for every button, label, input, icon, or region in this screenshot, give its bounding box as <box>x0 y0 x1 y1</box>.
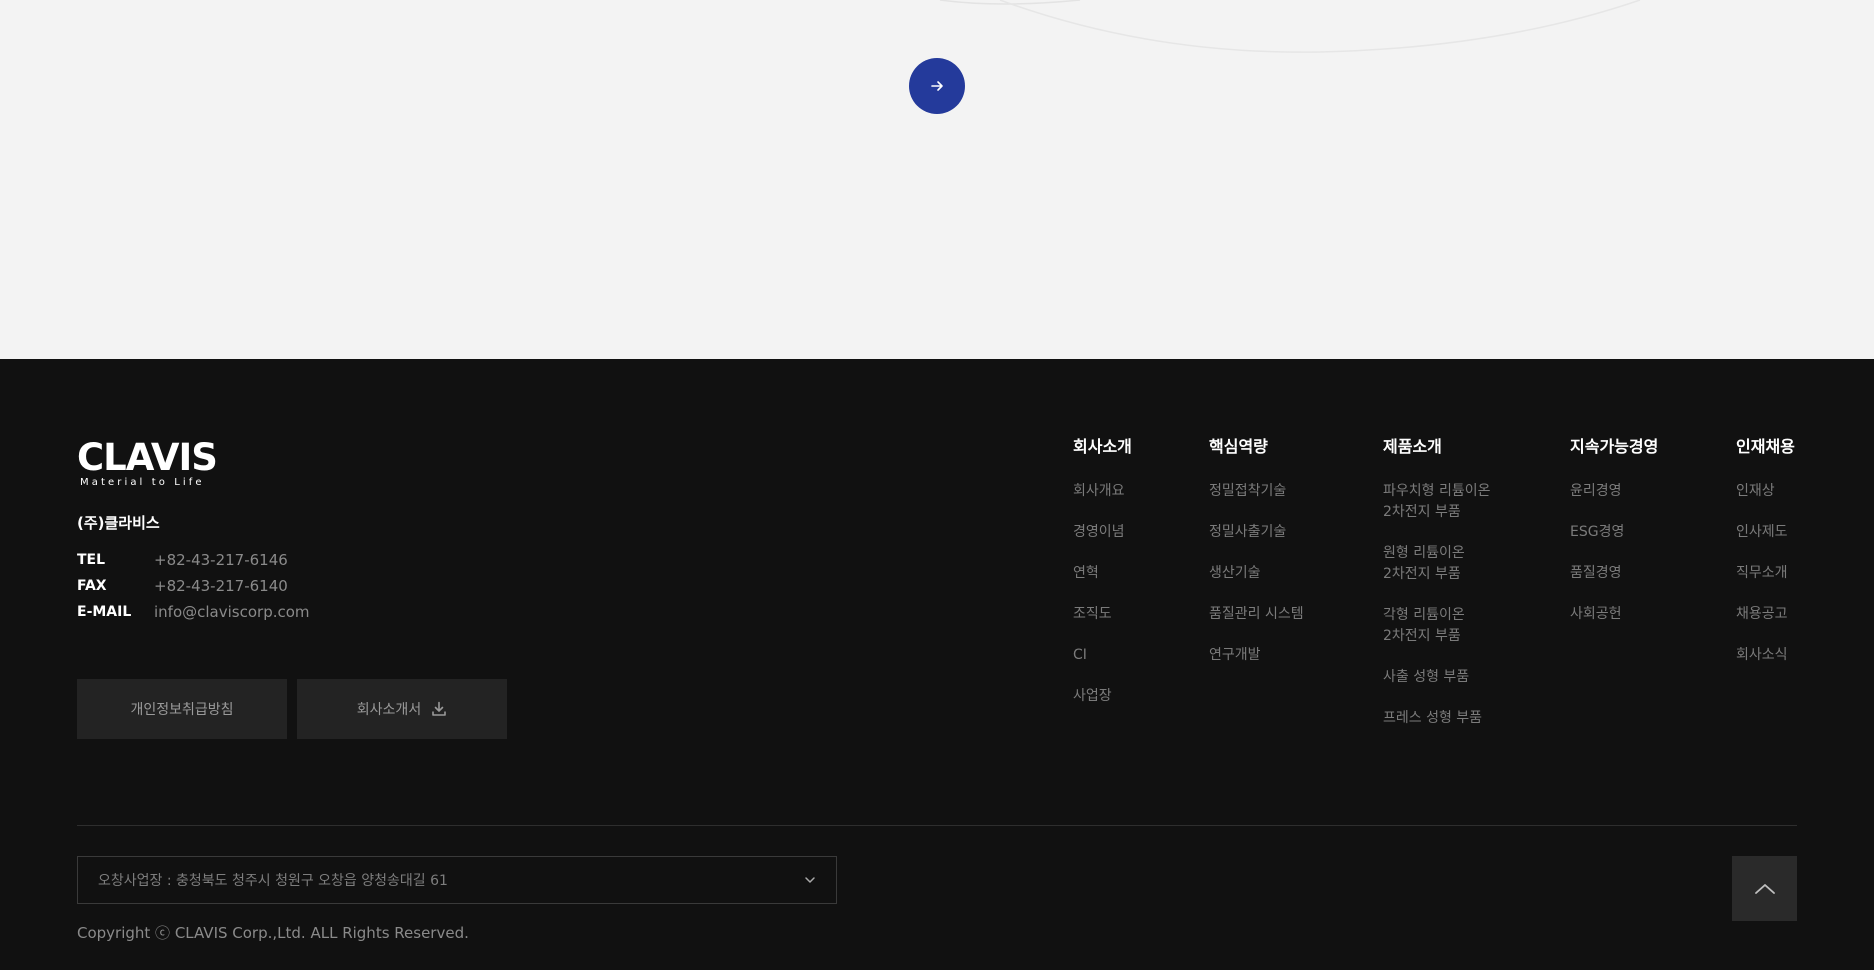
company-name: (주)클라비스 <box>77 514 160 532</box>
nav-link[interactable]: 정밀접착기술 <box>1209 481 1304 502</box>
scroll-to-top-button[interactable] <box>1732 856 1797 921</box>
download-icon <box>432 701 447 716</box>
nav-link[interactable]: 사업장 <box>1073 686 1132 707</box>
nav-link[interactable]: CI <box>1073 645 1132 666</box>
nav-link-line: 2차전지 부품 <box>1383 566 1461 582</box>
logo-tagline: Material to Life <box>80 477 205 488</box>
nav-column-capability: 핵심역량정밀접착기술정밀사출기술생산기술품질관리 시스템연구개발 <box>1209 437 1304 686</box>
nav-link[interactable]: 연구개발 <box>1209 645 1304 666</box>
next-button[interactable] <box>909 58 965 114</box>
contact-value: +82-43-217-6146 <box>154 551 288 569</box>
contact-row-fax: FAX +82-43-217-6140 <box>77 573 310 599</box>
nav-link[interactable]: 프레스 성형 부품 <box>1383 708 1491 729</box>
clavis-logo[interactable]: CLAVIS Material to Life <box>77 436 218 489</box>
nav-link[interactable]: 연혁 <box>1073 563 1132 584</box>
logo-wordmark: CLAVIS <box>77 436 218 479</box>
contact-value[interactable]: info@claviscorp.com <box>154 603 310 621</box>
footer-button-row: 개인정보취급방침 회사소개서 <box>77 679 507 739</box>
contact-info: TEL +82-43-217-6146 FAX +82-43-217-6140 … <box>77 547 310 625</box>
nav-column-title[interactable]: 핵심역량 <box>1209 437 1304 457</box>
nav-list: 인재상인사제도직무소개채용공고회사소식 <box>1736 481 1795 666</box>
contact-label: FAX <box>77 578 107 594</box>
footer: CLAVIS Material to Life (주)클라비스 TEL +82-… <box>0 359 1874 970</box>
nav-link[interactable]: 경영이념 <box>1073 522 1132 543</box>
nav-list: 정밀접착기술정밀사출기술생산기술품질관리 시스템연구개발 <box>1209 481 1304 666</box>
nav-column-recruit: 인재채용인재상인사제도직무소개채용공고회사소식 <box>1736 437 1795 686</box>
nav-link-line: 원형 리튬이온 <box>1383 545 1465 561</box>
chevron-up-icon <box>1754 883 1775 894</box>
nav-list: 회사개요경영이념연혁조직도 CI 사업장 <box>1073 481 1132 707</box>
site-address-select[interactable]: 오창사업장 : 충청북도 청주시 청원구 오창읍 양청송대길 61 <box>77 856 837 904</box>
nav-link[interactable]: 인재상 <box>1736 481 1795 502</box>
nav-link[interactable]: 직무소개 <box>1736 563 1795 584</box>
nav-link[interactable]: 조직도 <box>1073 604 1132 625</box>
nav-link[interactable]: 원형 리튬이온 2차전지 부품 <box>1383 543 1491 585</box>
nav-link[interactable]: 품질관리 시스템 <box>1209 604 1304 625</box>
top-section <box>0 0 1874 359</box>
nav-column-title[interactable]: 회사소개 <box>1073 437 1132 457</box>
contact-row-tel: TEL +82-43-217-6146 <box>77 547 310 573</box>
contact-label: E-MAIL <box>77 604 132 620</box>
nav-link[interactable]: 회사개요 <box>1073 481 1132 502</box>
nav-column-company: 회사소개회사개요경영이념연혁조직도 CI 사업장 <box>1073 437 1132 727</box>
contact-value: +82-43-217-6140 <box>154 577 288 595</box>
privacy-policy-button[interactable]: 개인정보취급방침 <box>77 679 287 739</box>
nav-list: 파우치형 리튬이온 2차전지 부품 원형 리튬이온 2차전지 부품 각형 리튬이온 2차전… <box>1383 481 1491 729</box>
copyright-text: Copyright ⓒ CLAVIS Corp.,Ltd. ALL Rights… <box>77 924 469 942</box>
decorative-curves <box>939 0 1641 53</box>
nav-link[interactable]: 채용공고 <box>1736 604 1795 625</box>
nav-link[interactable]: 인사제도 <box>1736 522 1795 543</box>
privacy-policy-label: 개인정보취급방침 <box>130 702 234 718</box>
nav-link[interactable]: 생산기술 <box>1209 563 1304 584</box>
contact-label: TEL <box>77 552 106 568</box>
nav-link[interactable]: 사출 성형 부품 <box>1383 667 1491 688</box>
nav-link[interactable]: 품질경영 <box>1570 563 1658 584</box>
nav-column-products: 제품소개 파우치형 리튬이온 2차전지 부품 원형 리튬이온 2차전지 부품 각형 리튬이… <box>1383 437 1491 749</box>
nav-link[interactable]: 각형 리튬이온 2차전지 부품 <box>1383 605 1491 647</box>
contact-row-email: E-MAIL info@claviscorp.com <box>77 599 310 625</box>
arrow-right-icon <box>931 81 943 91</box>
nav-link-line: 2차전지 부품 <box>1383 628 1461 644</box>
nav-link[interactable]: 파우치형 리튬이온 2차전지 부품 <box>1383 481 1491 523</box>
nav-link[interactable]: 정밀사출기술 <box>1209 522 1304 543</box>
nav-link[interactable]: 회사소식 <box>1736 645 1795 666</box>
chevron-down-icon <box>805 877 815 883</box>
nav-column-title[interactable]: 제품소개 <box>1383 437 1491 457</box>
nav-link[interactable]: 윤리경영 <box>1570 481 1658 502</box>
nav-column-sustainability: 지속가능경영윤리경영 ESG경영품질경영사회공헌 <box>1570 437 1658 645</box>
nav-link-line: 각형 리튬이온 <box>1383 607 1465 623</box>
nav-link[interactable]: 사회공헌 <box>1570 604 1658 625</box>
brochure-download-label: 회사소개서 <box>356 702 422 718</box>
nav-column-title[interactable]: 지속가능경영 <box>1570 437 1658 457</box>
nav-link[interactable]: ESG경영 <box>1570 522 1658 543</box>
brochure-download-button[interactable]: 회사소개서 <box>297 679 507 739</box>
nav-link-line: 파우치형 리튬이온 <box>1383 483 1491 499</box>
footer-divider <box>77 825 1797 826</box>
nav-list: 윤리경영 ESG경영품질경영사회공헌 <box>1570 481 1658 625</box>
nav-link-line: 2차전지 부품 <box>1383 504 1461 520</box>
nav-column-title[interactable]: 인재채용 <box>1736 437 1795 457</box>
site-address-value: 오창사업장 : 충청북도 청주시 청원구 오창읍 양청송대길 61 <box>98 873 448 889</box>
